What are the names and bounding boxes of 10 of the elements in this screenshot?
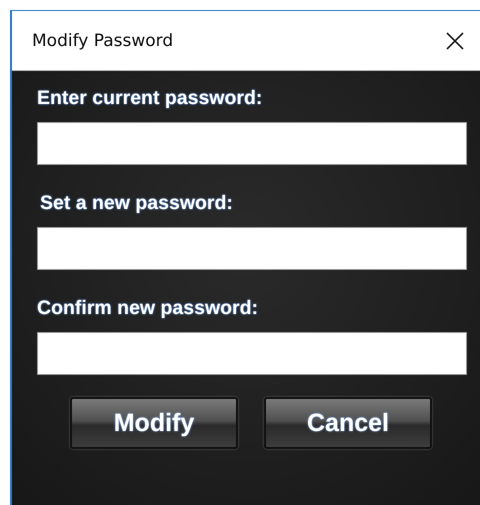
cancel-button[interactable]: Cancel bbox=[264, 397, 432, 449]
password-field[interactable] bbox=[37, 227, 467, 270]
password-field[interactable] bbox=[37, 332, 467, 375]
password-field[interactable] bbox=[37, 122, 467, 165]
close-icon bbox=[446, 32, 464, 50]
field-label: Confirm new password: bbox=[37, 297, 260, 320]
field-label: Enter current password: bbox=[37, 87, 264, 110]
field-label: Set a new password: bbox=[40, 192, 234, 215]
window-title: Modify Password bbox=[32, 30, 174, 50]
modify-button[interactable]: Modify bbox=[70, 397, 238, 449]
